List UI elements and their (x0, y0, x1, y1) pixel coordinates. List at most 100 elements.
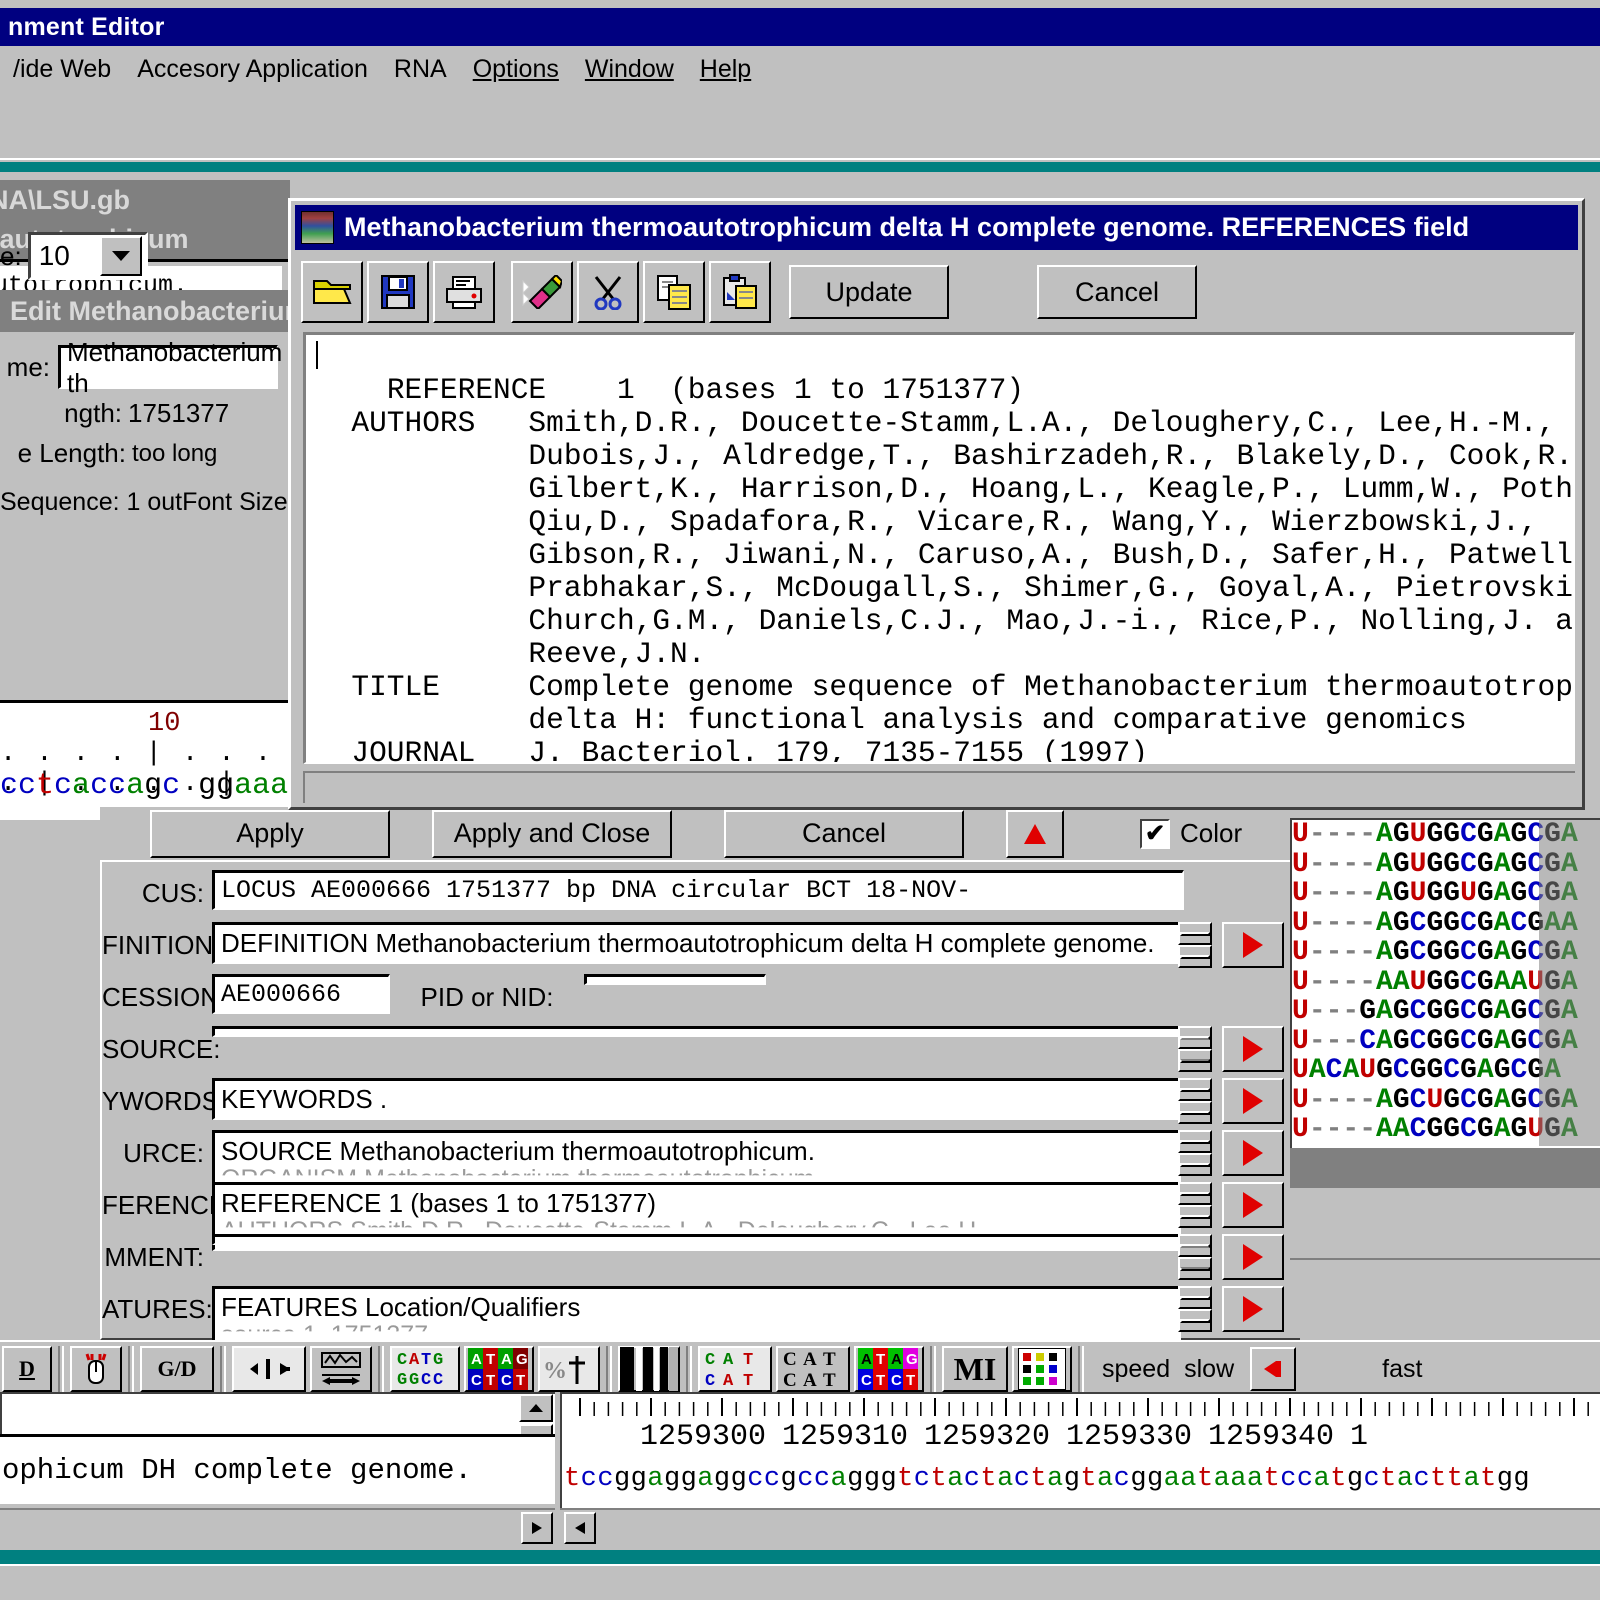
spin-down-icon[interactable] (1178, 1153, 1212, 1176)
keywords-spinner[interactable] (1178, 1078, 1212, 1124)
form-row-locus: CUS: LOCUS AE000666 1751377 bp DNA circu… (102, 870, 1284, 920)
spin-up-icon[interactable] (1178, 1130, 1212, 1153)
sequence-preview-strip: 10 . . . . | . . . . | . . . . | cctcacc… (0, 700, 290, 820)
left-right-arrows-icon[interactable] (232, 1346, 306, 1392)
locus-input[interactable]: LOCUS AE000666 1751377 bp DNA circular B… (212, 870, 1184, 910)
keywords-input[interactable]: KEYWORDS . (212, 1078, 1181, 1120)
source-blank-expand-red-right-arrow-icon[interactable] (1222, 1026, 1284, 1072)
source-expand-red-right-arrow-icon[interactable] (1222, 1130, 1284, 1176)
eraser-icon[interactable] (511, 261, 573, 323)
cancel-button[interactable]: Cancel (724, 809, 964, 858)
svg-text:C: C (397, 1351, 407, 1370)
scroll-right-icon[interactable] (521, 1512, 553, 1544)
cat-colored-icon[interactable]: CAT CAT (698, 1346, 772, 1392)
references-text-editor[interactable]: REFERENCE 1 (bases 1 to 1751377) AUTHORS… (303, 332, 1575, 764)
source-blank-input[interactable] (212, 1026, 1181, 1037)
wave-resize-icon[interactable] (310, 1346, 372, 1392)
spin-down-icon[interactable] (1178, 1101, 1212, 1124)
spin-down-icon[interactable] (1178, 1205, 1212, 1228)
definition-spinner[interactable] (1178, 922, 1212, 968)
menu-item-window[interactable]: Window (572, 53, 687, 86)
length-label: ngth: (64, 398, 122, 428)
black-bars-icon[interactable] (618, 1346, 680, 1392)
child-fontsize-combo[interactable]: 10 (27, 232, 148, 280)
spin-up-icon[interactable] (1178, 1234, 1212, 1257)
form-row-comment: MMENT: (102, 1234, 1284, 1284)
svg-text:T: T (906, 1372, 915, 1389)
references-cancel-button[interactable]: Cancel (1037, 265, 1197, 319)
svg-text:C: C (861, 1372, 872, 1389)
cat-plain-icon[interactable]: CAT CAT (776, 1346, 850, 1392)
speed-slow-label: slow (1184, 1354, 1235, 1383)
update-button[interactable]: Update (789, 265, 949, 319)
bottom-left-hscrollbar[interactable] (0, 1508, 555, 1546)
ruler-tick-label: 1259340 (1208, 1420, 1335, 1454)
ruler-tick-label: 1259310 (782, 1420, 909, 1454)
menu-item-accessory-application[interactable]: Accesory Application (124, 53, 381, 86)
g-over-d-icon[interactable]: G/D (140, 1346, 214, 1392)
svg-text:A: A (861, 1351, 872, 1368)
color-grid-icon[interactable] (1012, 1346, 1072, 1392)
cut-scissors-icon[interactable] (577, 261, 639, 323)
spin-up-icon[interactable] (1178, 1286, 1212, 1309)
d-underline-icon[interactable]: D (2, 1346, 52, 1392)
svg-text:T: T (743, 1351, 753, 1370)
source-spinner[interactable] (1178, 1130, 1212, 1176)
menu-bar: /ide Web Accesory Application RNA Option… (0, 48, 1600, 92)
scroll-up-icon[interactable] (519, 1394, 553, 1422)
atag-ctct-icon[interactable]: ATAG CTCT (464, 1346, 534, 1392)
spin-down-icon[interactable] (1178, 1049, 1212, 1072)
paste-icon[interactable] (709, 261, 771, 323)
menu-item-rna[interactable]: RNA (381, 53, 460, 86)
copy-icon[interactable] (643, 261, 705, 323)
definition-input[interactable]: DEFINITION Methanobacterium thermoautotr… (212, 922, 1181, 964)
features-expand-red-right-arrow-icon[interactable] (1222, 1286, 1284, 1332)
menu-item-wide-web[interactable]: /ide Web (0, 53, 124, 86)
comment-input[interactable] (212, 1234, 1181, 1245)
organism-name-input[interactable]: Methanobacterium th (58, 337, 282, 398)
spin-up-icon[interactable] (1178, 1026, 1212, 1049)
spin-up-icon[interactable] (1178, 922, 1212, 945)
menu-item-options[interactable]: Options (460, 53, 572, 86)
apply-and-close-button[interactable]: Apply and Close (432, 809, 672, 858)
spin-down-icon[interactable] (1178, 1309, 1212, 1332)
spin-down-icon[interactable] (1178, 1257, 1212, 1280)
menu-item-help[interactable]: Help (687, 53, 764, 86)
atag-colored-icon[interactable]: ATAG CTCT (854, 1346, 924, 1392)
keywords-expand-red-right-arrow-icon[interactable] (1222, 1078, 1284, 1124)
spin-down-icon[interactable] (1178, 945, 1212, 968)
svg-text:G: G (906, 1351, 918, 1368)
colored-sequence-icon[interactable]: CATG GGCC (390, 1346, 460, 1392)
references-text: REFERENCE 1 (bases 1 to 1751377) AUTHORS… (351, 373, 1573, 764)
comment-expand-red-right-arrow-icon[interactable] (1222, 1234, 1284, 1280)
apply-button[interactable]: Apply (150, 809, 390, 858)
pid-or-nid-label: PID or NID: (420, 982, 554, 1012)
save-floppy-icon[interactable] (367, 261, 429, 323)
svg-text:G: G (433, 1351, 443, 1370)
accession-input[interactable]: AE000666 (212, 974, 390, 1014)
dagger-icon[interactable]: % (538, 1346, 600, 1392)
mi-icon[interactable]: MI (942, 1346, 1008, 1392)
sequence-viewer-hscrollbar[interactable] (560, 1508, 1600, 1546)
references-hscrollbar[interactable] (303, 771, 1575, 803)
definition-expand-red-right-arrow-icon[interactable] (1222, 922, 1284, 968)
references-spinner[interactable] (1178, 1182, 1212, 1228)
bottom-toolbar: D G/D CATG GGCC ATAG CTCT % CAT CAT C A … (0, 1340, 1600, 1396)
svg-text:A: A (803, 1349, 817, 1370)
source-blank-spinner[interactable] (1178, 1026, 1212, 1072)
color-checkbox[interactable]: ✔ (1140, 818, 1170, 849)
open-folder-icon[interactable] (301, 261, 363, 323)
speed-slider-handle[interactable] (1250, 1347, 1297, 1391)
comment-spinner[interactable] (1178, 1234, 1212, 1280)
form-row-source-blank: SOURCE: (102, 1026, 1284, 1076)
print-icon[interactable] (433, 261, 495, 323)
references-expand-red-right-arrow-icon[interactable] (1222, 1182, 1284, 1228)
scroll-left-icon[interactable] (564, 1512, 596, 1544)
red-up-arrow-icon[interactable] (1006, 809, 1064, 858)
features-spinner[interactable] (1178, 1286, 1212, 1332)
chevron-down-icon[interactable] (99, 236, 142, 276)
spin-up-icon[interactable] (1178, 1078, 1212, 1101)
spin-up-icon[interactable] (1178, 1182, 1212, 1205)
mouse-icon[interactable] (70, 1346, 122, 1392)
pid-or-nid-input[interactable] (584, 974, 766, 985)
